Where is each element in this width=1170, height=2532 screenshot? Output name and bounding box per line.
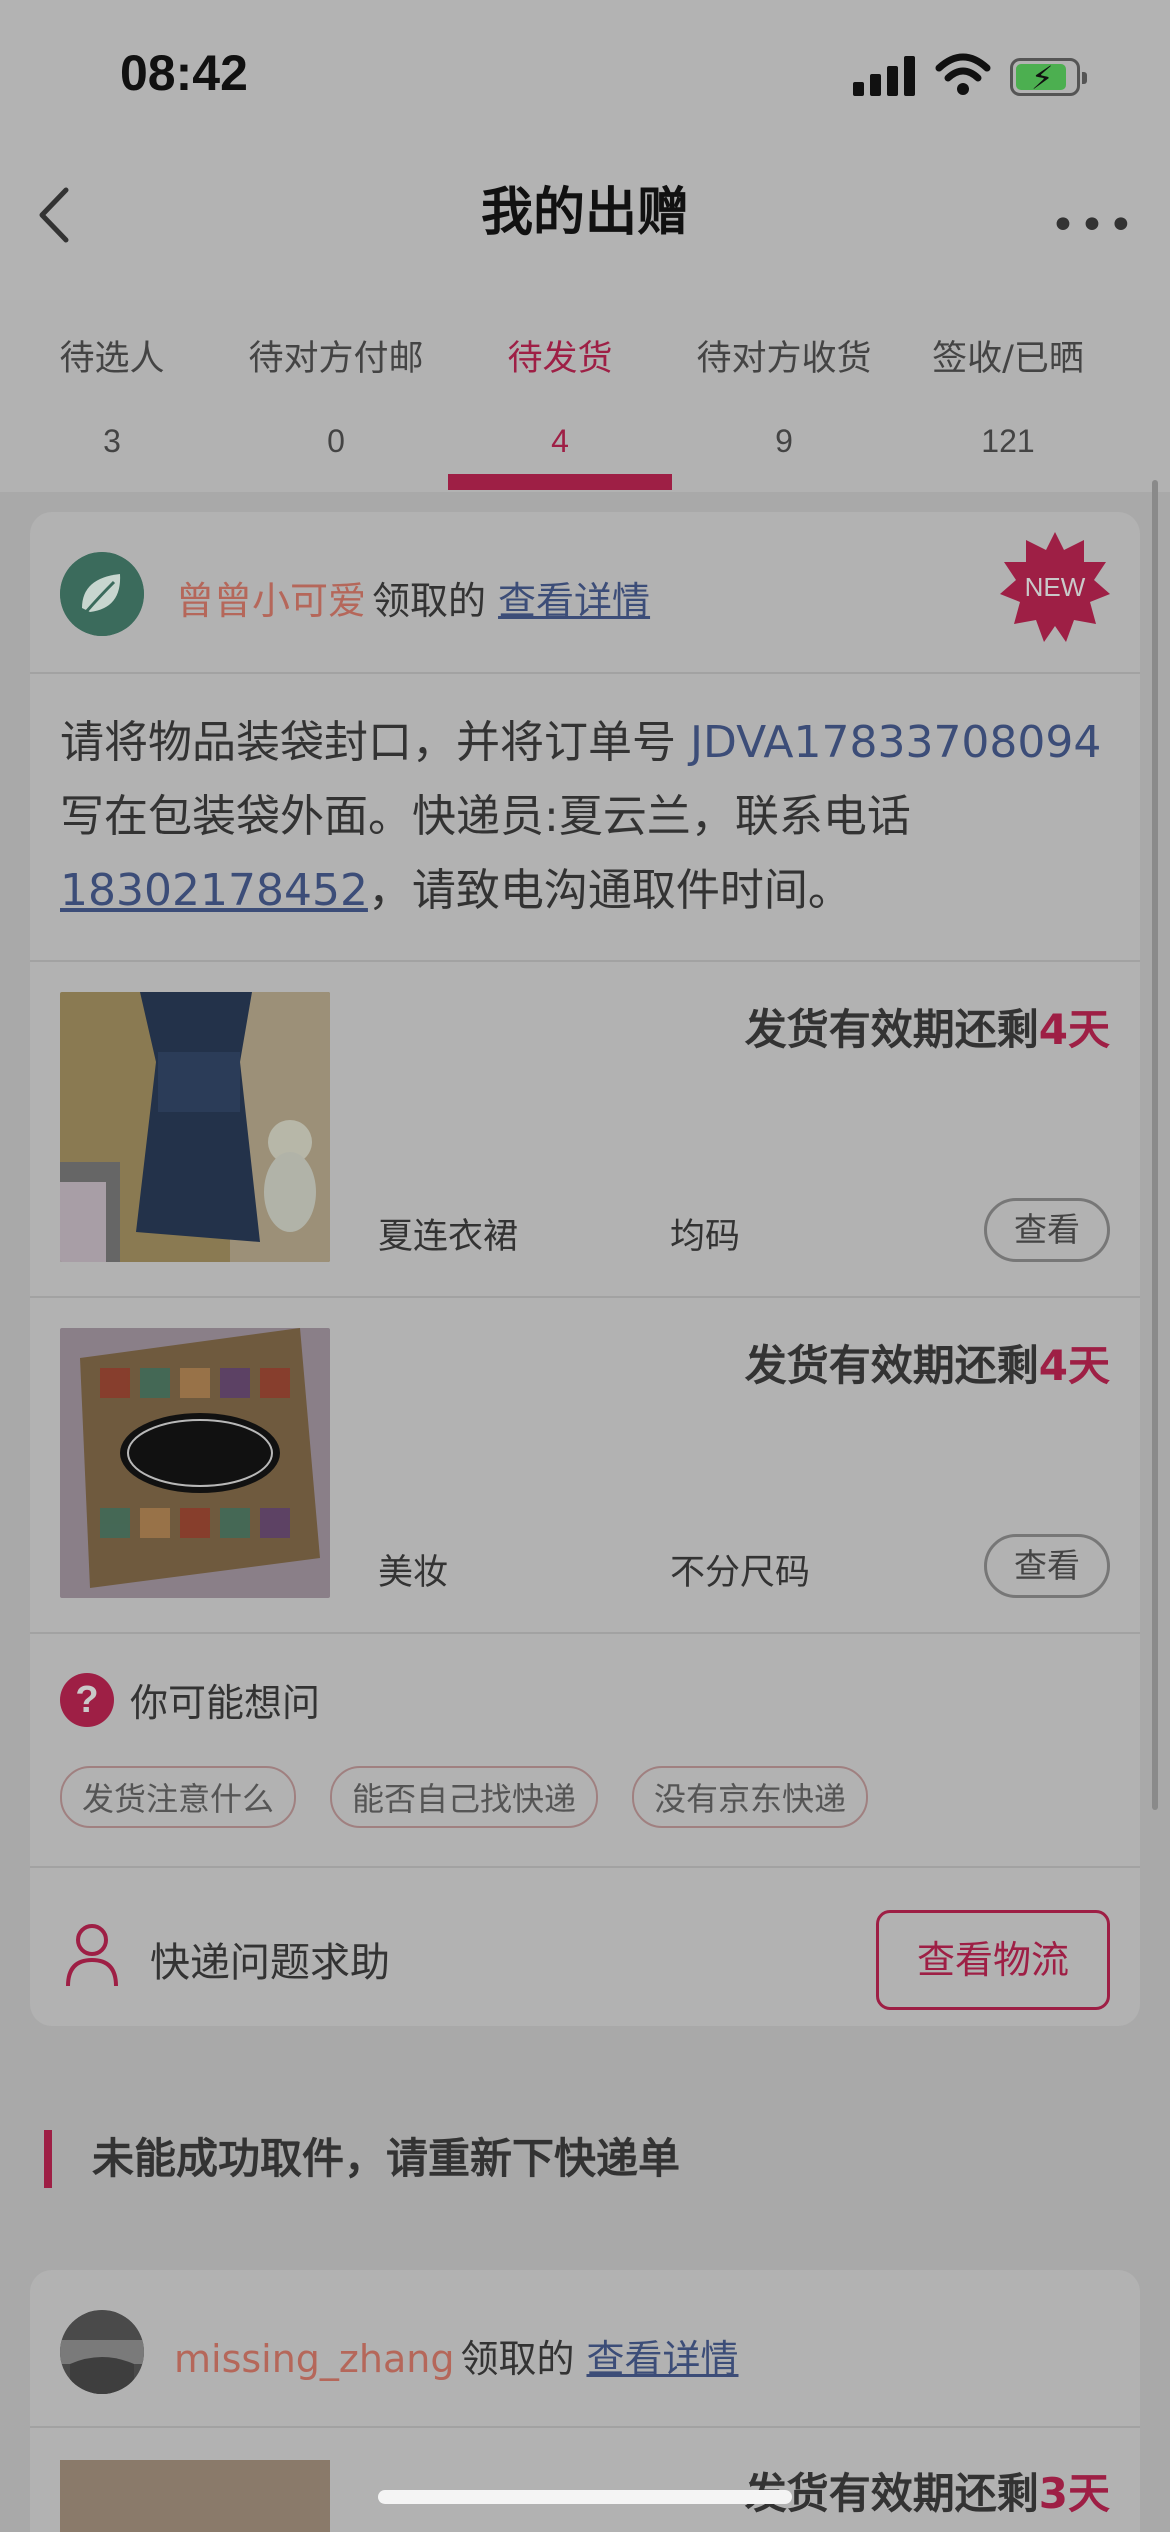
card-header: 曾曾小可爱 领取的 查看详情 — [60, 552, 1110, 648]
faq-title-text: 你可能想问 — [130, 1681, 321, 1725]
divider — [30, 2426, 1140, 2428]
wifi-icon — [935, 53, 991, 95]
scrollbar[interactable] — [1152, 480, 1158, 1810]
status-time: 08:42 — [120, 45, 248, 101]
item-size: 均码 — [670, 1217, 741, 1257]
view-details-link[interactable]: 查看详情 — [586, 2337, 738, 2381]
tab-label: 待选人 — [59, 339, 165, 379]
home-indicator[interactable] — [378, 2490, 792, 2504]
tab-pending-postage[interactable]: 待对方付邮 0 — [224, 300, 448, 490]
question-icon: ? — [60, 1672, 114, 1727]
view-button[interactable]: 查看 — [984, 1198, 1110, 1262]
tab-label: 待对方收货 — [696, 339, 872, 379]
leaf-avatar-icon[interactable] — [60, 552, 144, 636]
tab-label: 签收/已晒 — [932, 339, 1084, 379]
received-label: 领取的 — [372, 579, 487, 623]
instruction-middle: 写在包装袋外面。快递员:夏云兰，联系电话 — [60, 791, 911, 842]
page: 08:42 ⚡ 我的出赠 ••• 待选人 3 待对方付邮 0 待发货 4 待对方… — [0, 0, 1170, 2532]
faq-title: ? 你可能想问 — [60, 1672, 320, 1727]
shipping-instruction: 请将物品装袋封口，并将订单号 JDVA17833708094 写在包装袋外面。快… — [60, 706, 1110, 928]
view-details-link[interactable]: 查看详情 — [498, 579, 650, 623]
deadline-prefix: 发货有效期还剩 — [744, 1341, 1039, 1390]
deadline-days: 4天 — [1038, 1341, 1110, 1390]
faq-chip[interactable]: 发货注意什么 — [60, 1766, 297, 1828]
tab-label: 待对方付邮 — [248, 339, 424, 379]
shipping-deadline: 发货有效期还剩4天 — [745, 996, 1110, 1057]
item-image-dress[interactable] — [60, 992, 330, 1262]
tab-label: 待发货 — [507, 339, 613, 379]
signal-icon — [853, 56, 915, 96]
deadline-prefix: 发货有效期还剩 — [744, 1005, 1039, 1054]
shipping-deadline: 发货有效期还剩3天 — [745, 2460, 1110, 2521]
divider — [30, 1632, 1140, 1634]
order-number[interactable]: JDVA17833708094 — [690, 717, 1101, 768]
instruction-prefix: 请将物品装袋封口，并将订单号 — [60, 717, 690, 768]
faq-chip[interactable]: 没有京东快递 — [632, 1766, 869, 1828]
recipient-name[interactable]: missing_zhang — [174, 2337, 454, 2381]
order-card: 曾曾小可爱 领取的 查看详情 NEW 请将物品装袋封口，并将订单号 JDVA1783… — [30, 512, 1140, 2026]
item-name: 美妆 — [378, 1553, 449, 1593]
card2-header-text: missing_zhang 领取的 查看详情 — [174, 2328, 739, 2383]
received-label: 领取的 — [460, 2337, 575, 2381]
avatar[interactable] — [60, 2310, 144, 2394]
item-size: 不分尺码 — [670, 1553, 811, 1593]
tab-count: 121 — [981, 423, 1035, 459]
new-badge-icon: NEW — [1000, 532, 1110, 642]
item-image[interactable] — [60, 2460, 330, 2532]
card-header-text: 曾曾小可爱 领取的 查看详情 — [176, 570, 650, 625]
help-row: 快递问题求助 查看物流 — [60, 1910, 1110, 2010]
more-icon[interactable]: ••• — [1050, 200, 1137, 251]
faq-chips: 发货注意什么 能否自己找快递 没有京东快递 — [60, 1766, 902, 1828]
deadline-days: 4天 — [1038, 1005, 1110, 1054]
item-name: 夏连衣裙 — [378, 1217, 519, 1257]
instruction-suffix: ，请致电沟通取件时间。 — [367, 865, 852, 916]
divider — [30, 672, 1140, 674]
list-item: 发货有效期还剩4天 美妆 不分尺码 查看 — [30, 1296, 1140, 1632]
section-title: 未能成功取件，请重新下快递单 — [44, 2130, 680, 2188]
battery-icon: ⚡ — [1010, 58, 1087, 97]
tab-count: 4 — [551, 423, 569, 459]
tab-bar: 待选人 3 待对方付邮 0 待发货 4 待对方收货 9 签收/已晒 121 — [0, 300, 1170, 490]
recipient-name[interactable]: 曾曾小可爱 — [176, 579, 366, 623]
tab-pending-shipment[interactable]: 待发货 4 — [448, 300, 672, 490]
faq-chip[interactable]: 能否自己找快递 — [330, 1766, 599, 1828]
new-badge-text: NEW — [1025, 572, 1086, 602]
list-item: 发货有效期还剩4天 夏连衣裙 均码 查看 — [30, 960, 1140, 1296]
shipping-deadline: 发货有效期还剩4天 — [745, 1332, 1110, 1393]
help-label[interactable]: 快递问题求助 — [150, 1930, 390, 1988]
courier-phone-link[interactable]: 18302178452 — [60, 865, 368, 916]
tab-count: 0 — [327, 423, 345, 459]
tab-pending-receipt[interactable]: 待对方收货 9 — [672, 300, 896, 490]
tab-count: 9 — [775, 423, 793, 459]
tab-received[interactable]: 签收/已晒 121 — [896, 300, 1120, 490]
page-title: 我的出赠 — [480, 183, 689, 243]
tab-count: 3 — [103, 423, 121, 459]
divider — [30, 1866, 1140, 1868]
status-bar: 08:42 ⚡ — [0, 0, 1170, 150]
nav-bar: 我的出赠 ••• — [0, 150, 1170, 280]
item-image-eyeshadow[interactable] — [60, 1328, 330, 1598]
deadline-days: 3天 — [1038, 2469, 1110, 2518]
tab-pending-selection[interactable]: 待选人 3 — [0, 300, 224, 490]
view-button[interactable]: 查看 — [984, 1534, 1110, 1598]
view-logistics-button[interactable]: 查看物流 — [876, 1910, 1110, 2010]
person-icon — [66, 1924, 118, 1987]
